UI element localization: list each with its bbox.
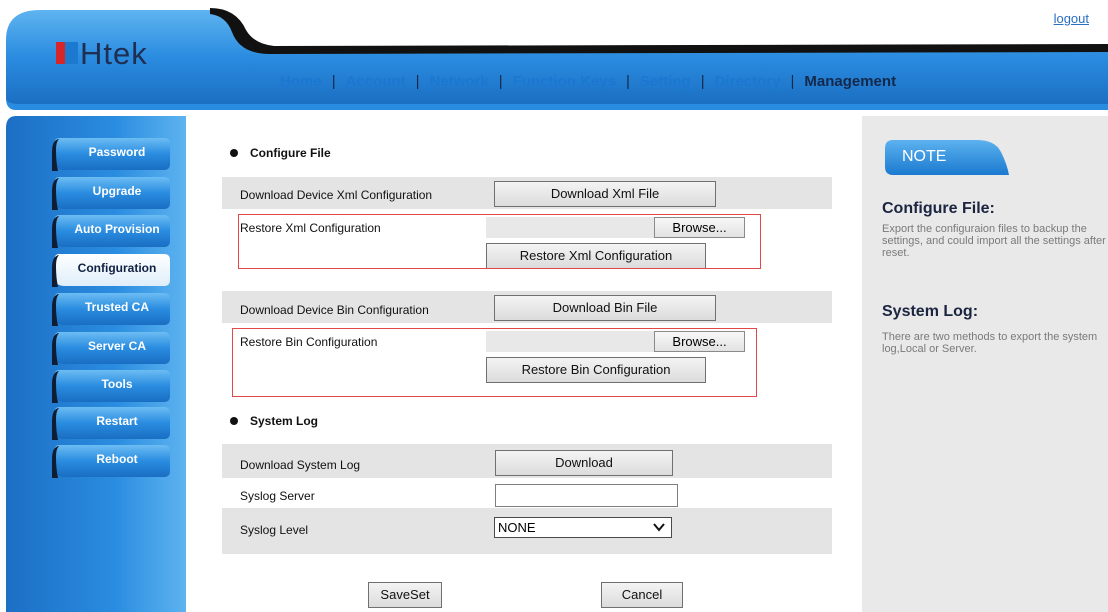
sidebar-item-label: Upgrade bbox=[92, 184, 142, 198]
download-syslog-row: Download System Log Download bbox=[222, 444, 832, 478]
syslog-level-value: NONE bbox=[498, 520, 536, 535]
note-system-log-title: System Log: bbox=[882, 303, 979, 320]
configure-file-title: Configure File bbox=[250, 146, 331, 160]
sidebar-item-password[interactable]: Password bbox=[51, 138, 170, 171]
sidebar-item-reboot[interactable]: Reboot bbox=[51, 445, 170, 478]
note-panel: NOTE Configure File: Export the configur… bbox=[862, 116, 1108, 612]
note-tab-label: NOTE bbox=[902, 148, 947, 165]
sidebar-item-label: Tools bbox=[101, 377, 133, 391]
nav-directory[interactable]: Directory bbox=[705, 73, 791, 90]
note-tab: NOTE bbox=[885, 140, 1009, 175]
header: Htek logout Home | Account | Network | F… bbox=[0, 0, 1108, 112]
sidebar-item-label: Trusted CA bbox=[84, 300, 149, 314]
nav-network[interactable]: Network bbox=[420, 73, 499, 90]
logo-text: Htek bbox=[80, 35, 148, 71]
sidebar-item-label: Auto Provision bbox=[74, 222, 160, 236]
sidebar: Password Upgrade Auto Provision Configur… bbox=[0, 116, 190, 612]
system-log-heading: System Log bbox=[230, 414, 318, 428]
syslog-server-input[interactable] bbox=[495, 484, 678, 507]
syslog-level-row: Syslog Level NONE bbox=[222, 508, 832, 554]
sidebar-item-auto-provision[interactable]: Auto Provision bbox=[51, 215, 170, 248]
note-system-log-text: There are two methods to export the syst… bbox=[882, 331, 1098, 355]
download-syslog-label: Download System Log bbox=[240, 458, 361, 472]
nav-account[interactable]: Account bbox=[336, 73, 416, 90]
logo-mark-icon bbox=[56, 42, 78, 64]
download-xml-row: Download Device Xml Configuration Downlo… bbox=[222, 177, 832, 209]
sidebar-item-restart[interactable]: Restart bbox=[51, 407, 170, 440]
syslog-server-row: Syslog Server bbox=[222, 478, 832, 508]
bullet-icon bbox=[230, 149, 238, 157]
sidebar-item-configuration[interactable]: Configuration bbox=[51, 254, 170, 287]
bullet-icon bbox=[230, 417, 238, 425]
main-content: Configure File Download Device Xml Confi… bbox=[190, 116, 862, 612]
nav-management[interactable]: Management bbox=[794, 73, 906, 90]
sidebar-item-label: Restart bbox=[96, 414, 138, 428]
download-bin-row: Download Device Bin Configuration Downlo… bbox=[222, 291, 832, 323]
download-xml-button[interactable]: Download Xml File bbox=[494, 181, 716, 207]
note-configure-file-text: Export the configuraion files to backup … bbox=[882, 223, 1106, 259]
sidebar-item-label: Server CA bbox=[87, 339, 147, 353]
configure-file-heading: Configure File bbox=[230, 146, 331, 160]
htek-logo: Htek bbox=[56, 36, 148, 70]
download-bin-label: Download Device Bin Configuration bbox=[240, 303, 429, 317]
note-configure-file-title: Configure File: bbox=[882, 200, 995, 217]
syslog-server-label: Syslog Server bbox=[240, 489, 315, 503]
download-xml-label: Download Device Xml Configuration bbox=[240, 188, 433, 202]
sidebar-item-label: Configuration bbox=[77, 261, 157, 275]
top-nav: Home | Account | Network | Function Keys… bbox=[270, 70, 906, 92]
logout-link[interactable]: logout bbox=[1054, 11, 1089, 26]
download-bin-button[interactable]: Download Bin File bbox=[494, 295, 716, 321]
sidebar-item-label: Password bbox=[88, 145, 146, 159]
cancel-button[interactable]: Cancel bbox=[601, 582, 683, 608]
syslog-level-select[interactable]: NONE bbox=[494, 517, 672, 538]
nav-setting[interactable]: Setting bbox=[630, 73, 701, 90]
sidebar-item-trusted-ca[interactable]: Trusted CA bbox=[51, 293, 170, 326]
syslog-level-label: Syslog Level bbox=[240, 523, 309, 537]
sidebar-item-label: Reboot bbox=[96, 452, 138, 466]
sidebar-item-server-ca[interactable]: Server CA bbox=[51, 332, 170, 365]
saveset-button[interactable]: SaveSet bbox=[368, 582, 442, 608]
sidebar-item-upgrade[interactable]: Upgrade bbox=[51, 177, 170, 210]
sidebar-item-tools[interactable]: Tools bbox=[51, 370, 170, 403]
chevron-down-icon bbox=[653, 523, 665, 532]
system-log-title: System Log bbox=[250, 414, 319, 428]
nav-function-keys[interactable]: Function Keys bbox=[503, 73, 626, 90]
page: Htek logout Home | Account | Network | F… bbox=[0, 0, 1108, 612]
highlight-box bbox=[238, 214, 761, 269]
header-background bbox=[0, 0, 1108, 110]
highlight-box bbox=[232, 328, 757, 397]
nav-home[interactable]: Home bbox=[270, 73, 332, 90]
download-syslog-button[interactable]: Download bbox=[495, 450, 673, 476]
